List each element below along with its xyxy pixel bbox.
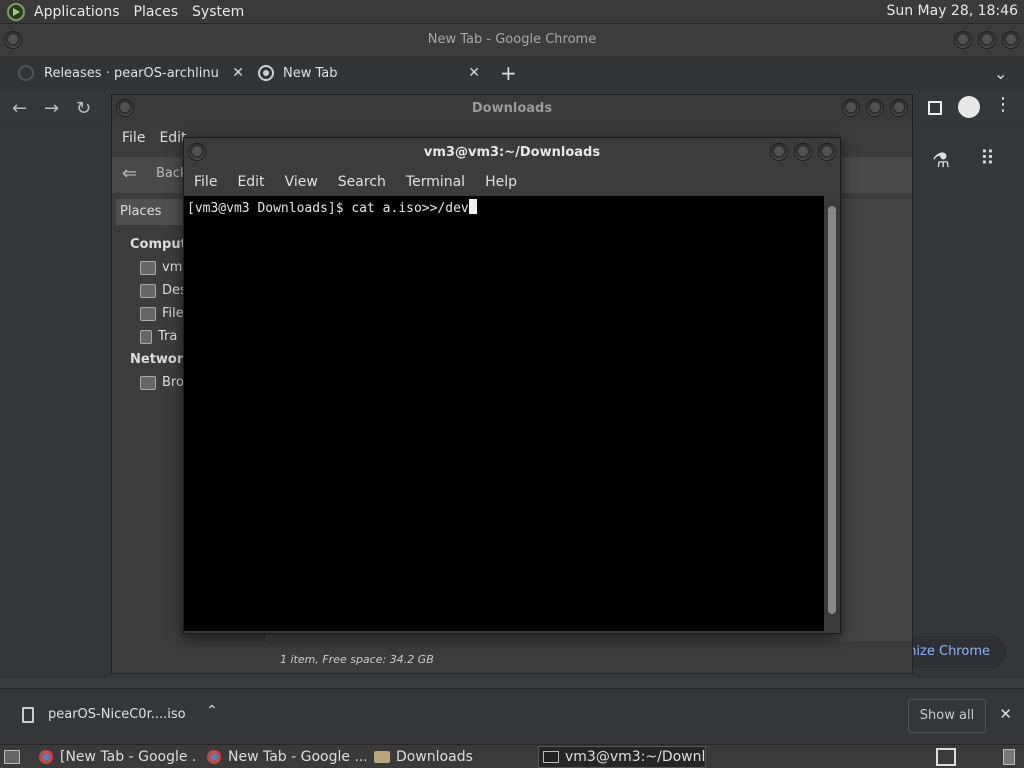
network-icon	[140, 375, 156, 390]
back-arrow-icon[interactable]: ⇐	[122, 163, 137, 184]
download-shelf: pearOS-NiceC0r....iso ⌃ Show all ✕	[0, 688, 1024, 744]
sidebar-item-desktop[interactable]: Des	[140, 283, 187, 298]
chrome-tab-strip: Releases · pearOS-archlinux/i ✕ New Tab …	[0, 56, 1024, 90]
taskbar-item-chrome-1[interactable]: [New Tab - Google ...	[38, 746, 198, 768]
workspace-switcher-icon[interactable]	[936, 746, 958, 768]
taskbar-item-label: Downloads	[396, 749, 473, 765]
tab-close-icon[interactable]: ✕	[232, 65, 244, 81]
fm-maximize-button[interactable]	[866, 99, 884, 117]
clock[interactable]: Sun May 28, 18:46	[886, 3, 1018, 19]
side-panel-icon[interactable]	[928, 101, 942, 115]
taskbar-item-downloads[interactable]: Downloads	[374, 746, 534, 768]
sidebar-item-label: File	[162, 306, 184, 321]
download-shelf-close-icon[interactable]: ✕	[999, 705, 1012, 723]
sidebar-item-trash[interactable]: Tra	[140, 329, 177, 344]
sidebar-item-label: Bro	[162, 375, 184, 390]
forward-arrow-icon[interactable]: →	[44, 98, 59, 119]
download-options-chevron-icon[interactable]: ⌃	[206, 703, 218, 719]
tab-releases[interactable]: Releases · pearOS-archlinux/i ✕	[18, 58, 244, 88]
chrome-icon	[207, 750, 221, 764]
fm-minimize-button[interactable]	[842, 99, 860, 117]
terminal-menu-edit[interactable]: Edit	[237, 174, 264, 190]
desktop-folder-icon	[140, 283, 156, 298]
terminal-titlebar[interactable]: vm3@vm3:~/Downloads	[184, 138, 840, 168]
applications-menu[interactable]: Applications	[34, 4, 120, 20]
terminal-menubar: File Edit View Search Terminal Help	[184, 168, 840, 196]
tab-close-icon[interactable]: ✕	[468, 65, 480, 81]
tab-search-chevron-icon[interactable]: ⌄	[994, 58, 1007, 88]
taskbar-item-chrome-2[interactable]: New Tab - Google ...	[206, 746, 366, 768]
taskbar-item-label: vm3@vm3:~/Downl...	[565, 749, 706, 765]
chrome-minimize-button[interactable]	[954, 31, 972, 49]
file-manager-titlebar[interactable]: Downloads	[112, 95, 912, 125]
download-item[interactable]: pearOS-NiceC0r....iso	[48, 707, 186, 722]
chrome-menu-icon[interactable]: ⋮	[994, 94, 1012, 115]
show-desktop-icon[interactable]	[4, 746, 22, 768]
tab-new-tab[interactable]: New Tab ✕	[258, 58, 480, 88]
terminal-output[interactable]: [vm3@vm3 Downloads]$ cat a.iso>>/dev	[184, 196, 826, 631]
show-all-button[interactable]: Show all	[908, 699, 986, 733]
fm-close-button[interactable]	[890, 99, 908, 117]
terminal-window: vm3@vm3:~/Downloads File Edit View Searc…	[183, 137, 841, 634]
taskbar-item-label: New Tab - Google ...	[228, 749, 366, 765]
terminal-title: vm3@vm3:~/Downloads	[423, 145, 601, 160]
terminal-maximize-button[interactable]	[794, 143, 812, 161]
terminal-window-menu-button[interactable]	[188, 143, 206, 161]
terminal-icon	[543, 751, 559, 763]
chrome-close-button[interactable]	[1002, 31, 1020, 49]
terminal-scrollbar[interactable]	[824, 196, 840, 631]
chrome-icon	[39, 750, 53, 764]
trash-applet-icon[interactable]	[1000, 746, 1020, 768]
reload-icon[interactable]: ↻	[76, 98, 91, 119]
filesystem-icon	[140, 306, 156, 321]
terminal-menu-help[interactable]: Help	[485, 174, 517, 190]
file-icon	[22, 707, 34, 723]
sidebar-item-filesystem[interactable]: File	[140, 306, 184, 321]
labs-flask-icon[interactable]: ⚗	[932, 148, 950, 172]
places-menu[interactable]: Places	[134, 4, 179, 20]
home-folder-icon	[140, 260, 156, 275]
scrollbar-thumb[interactable]	[828, 206, 836, 614]
terminal-close-button[interactable]	[818, 143, 836, 161]
taskbar-item-terminal[interactable]: vm3@vm3:~/Downl...	[538, 746, 706, 768]
tab-label: Releases · pearOS-archlinux/i	[44, 65, 218, 81]
system-menu[interactable]: System	[192, 4, 244, 20]
chrome-titlebar[interactable]: New Tab - Google Chrome	[0, 24, 1024, 56]
fm-menu-file[interactable]: File	[122, 130, 145, 146]
bottom-taskbar: [New Tab - Google ... New Tab - Google .…	[0, 744, 1024, 768]
chrome-maximize-button[interactable]	[978, 31, 996, 49]
trash-icon	[140, 329, 152, 344]
sidebar-item-browse-network[interactable]: Bro	[140, 375, 184, 390]
terminal-menu-terminal[interactable]: Terminal	[406, 174, 465, 190]
status-bar: 1 item, Free space: 34.2 GB	[266, 647, 912, 673]
terminal-menu-file[interactable]: File	[194, 174, 217, 190]
terminal-command-line: [vm3@vm3 Downloads]$ cat a.iso>>/dev	[187, 201, 469, 216]
apps-grid-icon[interactable]: ⠿	[980, 146, 995, 170]
applications-logo-icon[interactable]	[6, 2, 26, 22]
tab-label: New Tab	[283, 65, 338, 81]
terminal-minimize-button[interactable]	[770, 143, 788, 161]
sidebar-item-label: Tra	[158, 329, 178, 344]
profile-avatar-icon[interactable]	[958, 96, 980, 118]
top-panel: Applications Places System Sun May 28, 1…	[0, 0, 1024, 24]
github-icon	[18, 65, 34, 81]
fm-window-menu-button[interactable]	[116, 99, 134, 117]
chrome-icon	[258, 65, 274, 81]
folder-icon	[374, 751, 390, 763]
back-arrow-icon[interactable]: ←	[12, 98, 27, 119]
chrome-window-title: New Tab - Google Chrome	[427, 32, 597, 47]
chrome-window-menu-button[interactable]	[4, 31, 22, 49]
terminal-menu-search[interactable]: Search	[338, 174, 386, 190]
terminal-menu-view[interactable]: View	[285, 174, 318, 190]
new-tab-button[interactable]: +	[500, 58, 517, 88]
taskbar-item-label: [New Tab - Google ...	[60, 749, 198, 765]
terminal-cursor	[468, 199, 477, 214]
file-manager-title: Downloads	[471, 101, 553, 116]
